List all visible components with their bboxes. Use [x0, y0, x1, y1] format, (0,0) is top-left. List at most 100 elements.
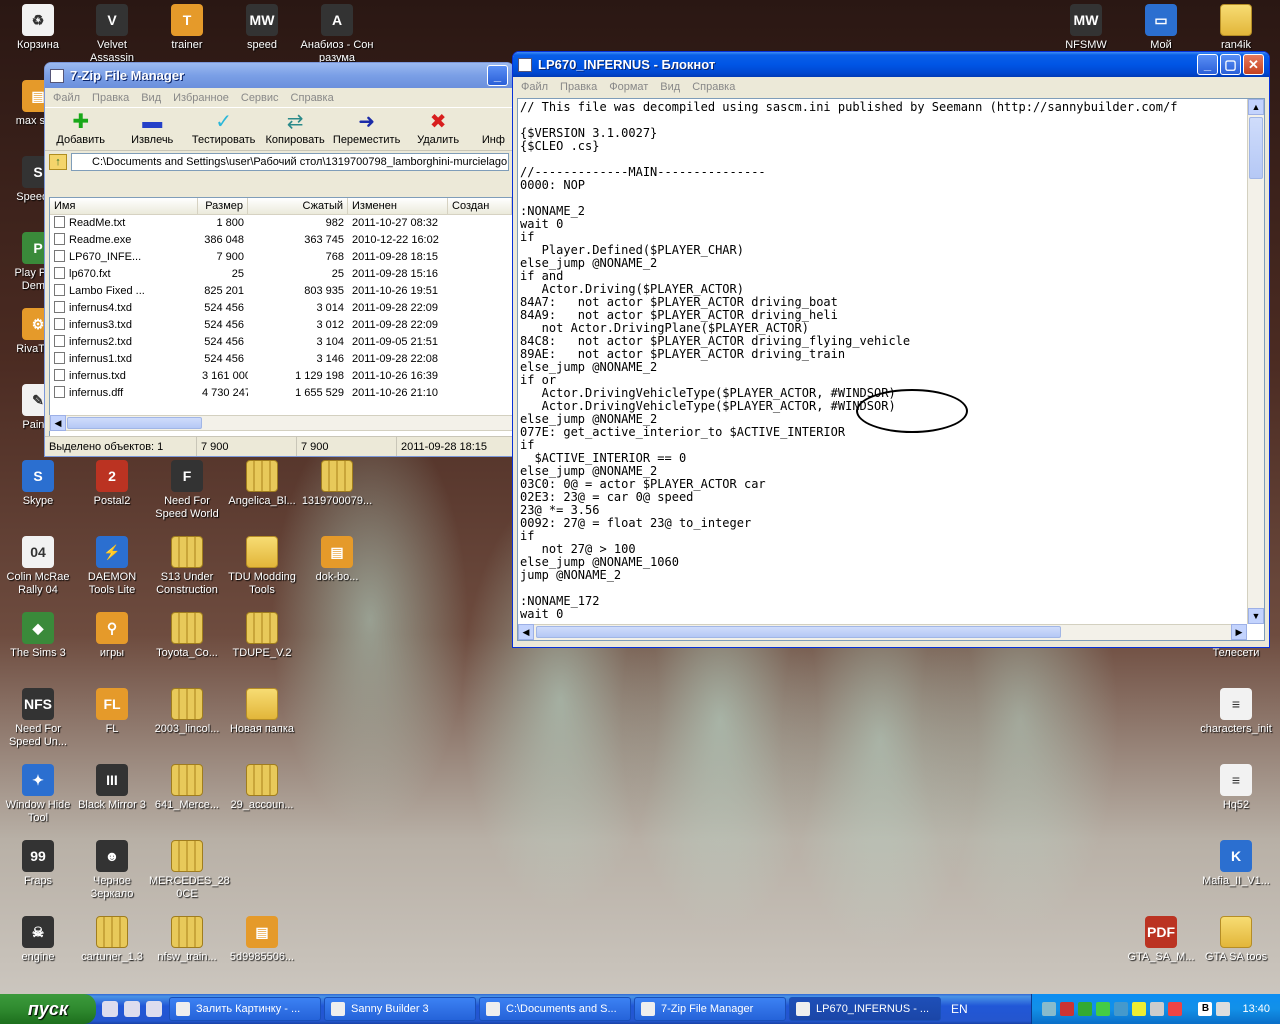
- column-header[interactable]: Размер: [198, 198, 248, 214]
- menu-item[interactable]: Файл: [521, 81, 548, 93]
- desktop-icon[interactable]: FL FL: [74, 688, 150, 736]
- start-button[interactable]: пуск: [0, 994, 96, 1024]
- vscroll-thumb[interactable]: [1249, 117, 1263, 179]
- quick-launch-icon[interactable]: [102, 1001, 118, 1017]
- menu-item[interactable]: Правка: [560, 81, 597, 93]
- menu-item[interactable]: Вид: [141, 92, 161, 104]
- desktop-icon[interactable]: S13 Under Construction: [149, 536, 225, 597]
- notepad-text[interactable]: // This file was decompiled using sascm.…: [520, 99, 1246, 624]
- table-row[interactable]: ReadMe.txt 1 800 982 2011-10-27 08:32: [50, 215, 512, 232]
- quick-launch-icon[interactable]: [146, 1001, 162, 1017]
- desktop-icon[interactable]: ≡ characters_init: [1198, 688, 1274, 736]
- desktop-icon[interactable]: 2 Postal2: [74, 460, 150, 508]
- menu-item[interactable]: Справка: [692, 81, 735, 93]
- 7zip-window[interactable]: 7-Zip File Manager _ Файл Правка Вид Избран…: [44, 62, 514, 457]
- menu-item[interactable]: Файл: [53, 92, 80, 104]
- desktop-icon[interactable]: F Need For Speed World: [149, 460, 225, 521]
- quick-launch-icon[interactable]: [124, 1001, 140, 1017]
- path-input[interactable]: C:\Documents and Settings\user\Рабочий с…: [71, 153, 509, 171]
- tray-icon[interactable]: [1078, 1002, 1093, 1016]
- notepad-editor[interactable]: // This file was decompiled using sascm.…: [517, 98, 1265, 641]
- toolbar-button[interactable]: ✚ Добавить: [45, 108, 116, 150]
- desktop-icon[interactable]: Angelica_Bl...: [224, 460, 300, 508]
- notepad-hscroll[interactable]: ◀ ▶: [518, 624, 1247, 640]
- scroll-up-icon[interactable]: ▲: [1248, 99, 1264, 115]
- table-row[interactable]: infernus1.txd 524 456 3 146 2011-09-28 22:0…: [50, 351, 512, 368]
- 7zip-titlebar[interactable]: 7-Zip File Manager _: [45, 63, 513, 88]
- menu-item[interactable]: Сервис: [241, 92, 279, 104]
- desktop-icon[interactable]: 04 Colin McRae Rally 04: [0, 536, 76, 597]
- close-icon[interactable]: ✕: [1243, 54, 1264, 75]
- menu-item[interactable]: Правка: [92, 92, 129, 104]
- desktop-icon[interactable]: Ttrainer: [149, 4, 225, 52]
- notepad-vscroll[interactable]: ▲ ▼: [1247, 99, 1264, 624]
- column-header[interactable]: Имя: [50, 198, 198, 214]
- tray-icon[interactable]: [1168, 1002, 1183, 1016]
- minimize-icon[interactable]: _: [487, 65, 508, 86]
- desktop-icon[interactable]: 641_Merce...: [149, 764, 225, 812]
- desktop-icon[interactable]: Новая папка: [224, 688, 300, 736]
- desktop-icon[interactable]: ◆ The Sims 3: [0, 612, 76, 660]
- desktop-icon[interactable]: ▤ dok-bo...: [299, 536, 375, 584]
- table-row[interactable]: infernus2.txd 524 456 3 104 2011-09-05 21:5…: [50, 334, 512, 351]
- desktop-icon[interactable]: ⚲ игры: [74, 612, 150, 660]
- desktop-icon[interactable]: ☠ engine: [0, 916, 76, 964]
- desktop-icon[interactable]: ≡ Hq52: [1198, 764, 1274, 812]
- desktop-icon[interactable]: ☻ Черное Зеркало: [74, 840, 150, 901]
- desktop-icon[interactable]: MW speed: [224, 4, 300, 52]
- table-row[interactable]: infernus4.txd 524 456 3 014 2011-09-28 22:0…: [50, 300, 512, 317]
- taskbar-item[interactable]: LP670_INFERNUS - ...: [789, 997, 941, 1021]
- table-row[interactable]: Readme.exe 386 048 363 745 2010-12-22 16:02: [50, 232, 512, 249]
- tray-icon[interactable]: [1114, 1002, 1129, 1016]
- desktop-icon[interactable]: PDF GTA_SA_M...: [1123, 916, 1199, 964]
- desktop-icon[interactable]: ⚡ DAEMON Tools Lite: [74, 536, 150, 597]
- desktop-icon[interactable]: ▭ Мой: [1123, 4, 1199, 52]
- toolbar-button[interactable]: ⇄ Копировать: [259, 108, 330, 150]
- tray-icon[interactable]: [1216, 1002, 1231, 1016]
- tray-icon[interactable]: [1060, 1002, 1075, 1016]
- toolbar-button[interactable]: Инф: [474, 108, 513, 150]
- table-row[interactable]: infernus.txd 3 161 000 1 129 198 2011-10-26…: [50, 368, 512, 385]
- hscroll-thumb[interactable]: [536, 626, 1061, 638]
- tray-icon[interactable]: [1042, 1002, 1057, 1016]
- toolbar-button[interactable]: ➜ Переместить: [331, 108, 402, 150]
- tray-icon[interactable]: [1132, 1002, 1147, 1016]
- column-header[interactable]: Создан: [448, 198, 512, 214]
- clock[interactable]: 13:40: [1242, 1003, 1270, 1015]
- taskbar-item[interactable]: Sanny Builder 3: [324, 997, 476, 1021]
- column-header[interactable]: Изменен: [348, 198, 448, 214]
- column-header[interactable]: Сжатый: [248, 198, 348, 214]
- tray-icon[interactable]: [1150, 1002, 1165, 1016]
- toolbar-button[interactable]: ▬ Извлечь: [116, 108, 187, 150]
- desktop-icon[interactable]: 99 Fraps: [0, 840, 76, 888]
- menu-item[interactable]: Вид: [660, 81, 680, 93]
- menu-item[interactable]: Справка: [291, 92, 334, 104]
- scroll-down-icon[interactable]: ▼: [1248, 608, 1264, 624]
- language-indicator[interactable]: EN: [951, 1002, 968, 1016]
- desktop-icon[interactable]: ran4ik: [1198, 4, 1274, 52]
- scroll-left-icon[interactable]: ◀: [518, 624, 534, 640]
- desktop-icon[interactable]: MERCEDES_28 0CE: [149, 840, 230, 901]
- menu-item[interactable]: Формат: [609, 81, 648, 93]
- desktop-icon[interactable]: ♻ Корзина: [0, 4, 76, 52]
- desktop-icon[interactable]: S Skype: [0, 460, 76, 508]
- desktop-icon[interactable]: cartuner_1.3: [74, 916, 150, 964]
- minimize-icon[interactable]: _: [1197, 54, 1218, 75]
- desktop-icon[interactable]: nfsw_train...: [149, 916, 225, 964]
- desktop-icon[interactable]: V Velvet Assassin: [74, 4, 150, 65]
- menu-item[interactable]: Избранное: [173, 92, 229, 104]
- desktop-icon[interactable]: III Black Mirror 3: [74, 764, 150, 812]
- notepad-window[interactable]: LP670_INFERNUS - Блокнот _ ▢ ✕ Файл Правк…: [512, 51, 1270, 648]
- desktop-icon[interactable]: ▤ 5d9985506...: [224, 916, 300, 964]
- table-row[interactable]: infernus3.txd 524 456 3 012 2011-09-28 22:0…: [50, 317, 512, 334]
- desktop-icon[interactable]: K Mafia_II_V1...: [1198, 840, 1274, 888]
- desktop-icon[interactable]: TDUPE_V.2: [224, 612, 300, 660]
- toolbar-button[interactable]: ✓ Тестировать: [188, 108, 259, 150]
- tray-icon[interactable]: [1096, 1002, 1111, 1016]
- scroll-right-icon[interactable]: ▶: [1231, 624, 1247, 640]
- table-row[interactable]: infernus.dff 4 730 247 1 655 529 2011-10-26…: [50, 385, 512, 402]
- maximize-icon[interactable]: ▢: [1220, 54, 1241, 75]
- desktop-icon[interactable]: 29_accoun...: [224, 764, 300, 812]
- taskbar-item[interactable]: Залить Картинку - ...: [169, 997, 321, 1021]
- taskbar-item[interactable]: C:\Documents and S...: [479, 997, 631, 1021]
